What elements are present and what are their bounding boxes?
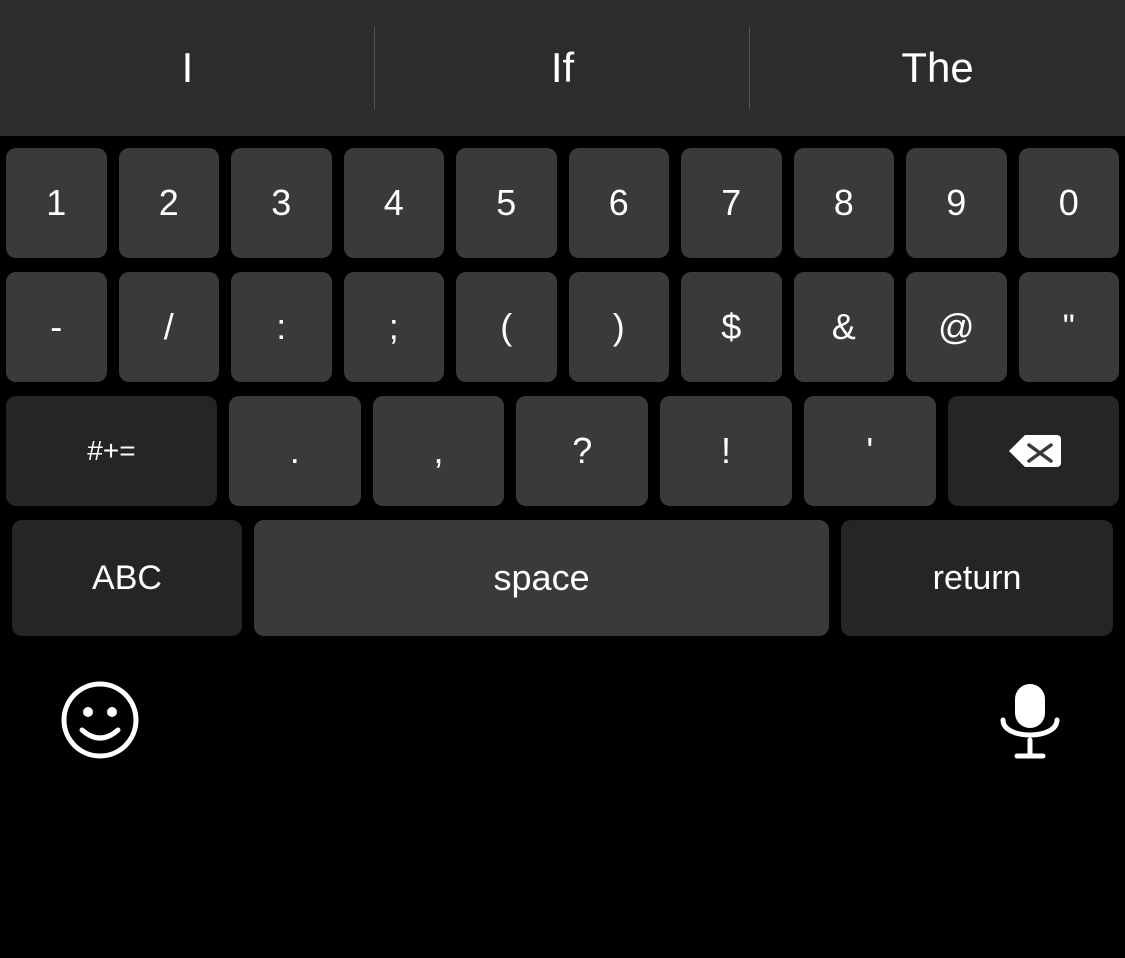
key-exclamation[interactable]: ! — [660, 396, 792, 506]
key-colon[interactable]: : — [231, 272, 332, 382]
space-button[interactable]: space — [254, 520, 829, 636]
key-quote[interactable]: " — [1019, 272, 1120, 382]
autocomplete-label-The: The — [901, 44, 973, 92]
key-8[interactable]: 8 — [794, 148, 895, 258]
key-minus[interactable]: - — [6, 272, 107, 382]
delete-icon — [1005, 431, 1061, 471]
key-close-paren[interactable]: ) — [569, 272, 670, 382]
return-label: return — [933, 559, 1022, 598]
key-open-paren[interactable]: ( — [456, 272, 557, 382]
bottom-row: ABC space return — [6, 520, 1119, 636]
punctuation-row: #+= . , ? ! ' — [6, 396, 1119, 506]
delete-key[interactable] — [948, 396, 1119, 506]
key-at[interactable]: @ — [906, 272, 1007, 382]
autocomplete-item-I[interactable]: I — [0, 0, 375, 136]
return-button[interactable]: return — [841, 520, 1113, 636]
emoji-icon — [60, 680, 140, 760]
keyboard: 1 2 3 4 5 6 7 8 9 0 - / : ; ( ) $ & @ " … — [0, 136, 1125, 636]
key-ampersand[interactable]: & — [794, 272, 895, 382]
key-period[interactable]: . — [229, 396, 361, 506]
key-6[interactable]: 6 — [569, 148, 670, 258]
autocomplete-bar: I If The — [0, 0, 1125, 136]
key-3[interactable]: 3 — [231, 148, 332, 258]
emoji-button[interactable] — [60, 680, 140, 765]
footer-bar — [0, 660, 1125, 785]
key-apostrophe[interactable]: ' — [804, 396, 936, 506]
abc-label: ABC — [92, 559, 162, 598]
number-row: 1 2 3 4 5 6 7 8 9 0 — [6, 148, 1119, 258]
key-comma[interactable]: , — [373, 396, 505, 506]
microphone-icon — [995, 680, 1065, 760]
symbol-row: - / : ; ( ) $ & @ " — [6, 272, 1119, 382]
key-slash[interactable]: / — [119, 272, 220, 382]
key-1[interactable]: 1 — [6, 148, 107, 258]
space-label: space — [494, 557, 590, 599]
key-question[interactable]: ? — [516, 396, 648, 506]
microphone-button[interactable] — [995, 680, 1065, 765]
autocomplete-label-If: If — [551, 44, 574, 92]
key-hash-plus-eq[interactable]: #+= — [6, 396, 217, 506]
key-4[interactable]: 4 — [344, 148, 445, 258]
key-9[interactable]: 9 — [906, 148, 1007, 258]
key-2[interactable]: 2 — [119, 148, 220, 258]
key-7[interactable]: 7 — [681, 148, 782, 258]
key-semicolon[interactable]: ; — [344, 272, 445, 382]
autocomplete-label-I: I — [182, 44, 194, 92]
autocomplete-item-If[interactable]: If — [375, 0, 750, 136]
key-dollar[interactable]: $ — [681, 272, 782, 382]
autocomplete-item-The[interactable]: The — [750, 0, 1125, 136]
key-5[interactable]: 5 — [456, 148, 557, 258]
key-0[interactable]: 0 — [1019, 148, 1120, 258]
abc-button[interactable]: ABC — [12, 520, 242, 636]
